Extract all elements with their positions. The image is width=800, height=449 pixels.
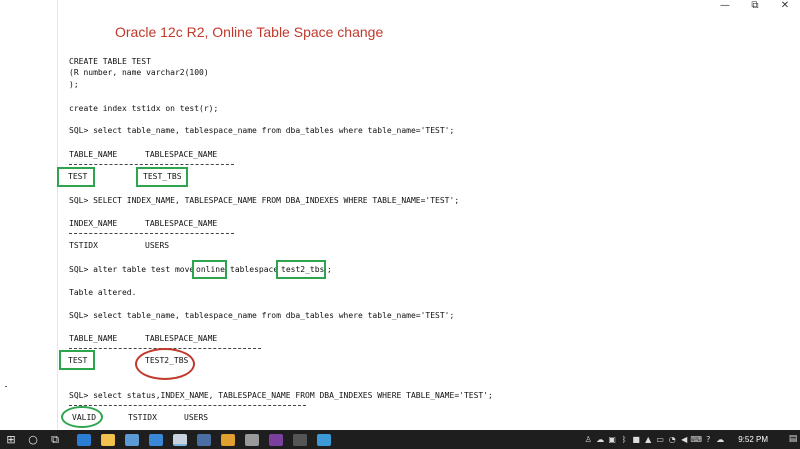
restore-icon[interactable]: ⧉ xyxy=(740,0,770,14)
bluetooth-icon[interactable]: ᛒ xyxy=(618,430,630,449)
line-create-index: create index tstidx on test(r); xyxy=(69,104,219,113)
line-query-4: SQL> select status,INDEX_NAME, TABLESPAC… xyxy=(69,391,493,400)
line-columns: (R number, name varchar2(100) xyxy=(69,68,209,77)
search-icon[interactable]: ○ xyxy=(22,430,44,449)
network-icon[interactable]: ◔ xyxy=(666,430,678,449)
notification-icon[interactable]: ▤ xyxy=(786,430,800,449)
taskbar-left: ⊞ ○ ⧉ xyxy=(0,430,336,449)
circle-highlight-test2-tbs xyxy=(135,348,195,380)
separator-1 xyxy=(69,164,234,165)
minimize-icon[interactable]: — xyxy=(710,0,740,14)
power-icon[interactable]: ▭ xyxy=(654,430,666,449)
close-icon[interactable]: ✕ xyxy=(770,0,800,14)
line-create-table: CREATE TABLE TEST xyxy=(69,57,151,66)
tray-icon-3[interactable]: ▲ xyxy=(642,430,654,449)
edge-icon[interactable] xyxy=(77,433,91,446)
mail-icon[interactable] xyxy=(149,433,163,446)
terminal-icon[interactable] xyxy=(293,433,307,446)
highlight-box-online xyxy=(192,260,227,279)
photos-icon[interactable] xyxy=(173,433,187,446)
header-1-col-1: TABLE_NAME xyxy=(69,150,118,159)
highlight-box-test-tbs xyxy=(136,167,188,187)
clock[interactable]: 9:52 PM xyxy=(738,435,768,444)
tray-icons: ♙ ☁ ▣ ᛒ ■ ▲ ▭ ◔ ◀ ⌨? ☁ xyxy=(582,430,726,449)
help-icon[interactable]: ? xyxy=(702,430,714,449)
row-4-col-3: USERS xyxy=(184,413,209,422)
window-controls: — ⧉ ✕ xyxy=(710,0,800,14)
header-1-col-2: TABLESPACE_NAME xyxy=(145,150,218,159)
line-query-2: SQL> SELECT INDEX_NAME, TABLESPACE_NAME … xyxy=(69,196,460,205)
volume-icon[interactable]: ◀ xyxy=(678,430,690,449)
row-2-col-1: TSTIDX xyxy=(69,241,98,250)
page-divider xyxy=(57,0,58,430)
onenote-icon[interactable] xyxy=(269,433,283,446)
highlight-box-test xyxy=(57,167,95,187)
r-app-icon[interactable] xyxy=(197,433,211,446)
settings-icon[interactable] xyxy=(245,433,259,446)
chrome-icon[interactable] xyxy=(221,433,235,446)
store-icon[interactable] xyxy=(125,433,139,446)
header-2-col-2: TABLESPACE_NAME xyxy=(145,219,218,228)
highlight-box-test-2 xyxy=(59,350,95,370)
highlight-box-test2-tbs xyxy=(276,260,326,279)
row-4-col-2: TSTIDX xyxy=(128,413,157,422)
header-3-col-1: TABLE_NAME xyxy=(69,334,118,343)
alter-mid: tablespace xyxy=(230,265,279,274)
snipping-tool-icon[interactable] xyxy=(317,433,331,446)
app-tray-icon[interactable]: ▣ xyxy=(606,430,618,449)
speck-mark xyxy=(5,386,7,387)
windows-start-icon[interactable]: ⊞ xyxy=(0,430,22,449)
row-2-col-2: USERS xyxy=(145,241,170,250)
onedrive-icon[interactable]: ☁ xyxy=(594,430,606,449)
tray-icon-2[interactable]: ■ xyxy=(630,430,642,449)
header-3-col-2: TABLESPACE_NAME xyxy=(145,334,218,343)
file-explorer-icon[interactable] xyxy=(101,433,115,446)
line-query-3: SQL> select table_name, tablespace_name … xyxy=(69,311,455,320)
line-query-1: SQL> select table_name, tablespace_name … xyxy=(69,126,455,135)
line-close-paren: ); xyxy=(69,80,79,89)
separator-4 xyxy=(69,405,306,406)
cloud-icon[interactable]: ☁ xyxy=(714,430,726,449)
task-view-icon[interactable]: ⧉ xyxy=(44,430,66,449)
taskbar: ⊞ ○ ⧉ ♙ ☁ ▣ ᛒ ■ ▲ ▭ ◔ ◀ ⌨? ☁ 9:52 PM ▤ xyxy=(0,430,800,449)
line-table-altered: Table altered. xyxy=(69,288,137,297)
separator-2 xyxy=(69,233,234,234)
alter-end: ; xyxy=(327,265,332,274)
header-2-col-1: INDEX_NAME xyxy=(69,219,118,228)
taskbar-apps xyxy=(72,433,336,446)
system-tray: ♙ ☁ ▣ ᛒ ■ ▲ ▭ ◔ ◀ ⌨? ☁ 9:52 PM ▤ xyxy=(582,430,800,449)
circle-highlight-valid xyxy=(61,406,103,428)
page-title: Oracle 12c R2, Online Table Space change xyxy=(115,24,384,40)
keyboard-icon[interactable]: ⌨ xyxy=(690,430,702,449)
alter-prefix: SQL> alter table test move xyxy=(69,265,195,274)
people-icon[interactable]: ♙ xyxy=(582,430,594,449)
